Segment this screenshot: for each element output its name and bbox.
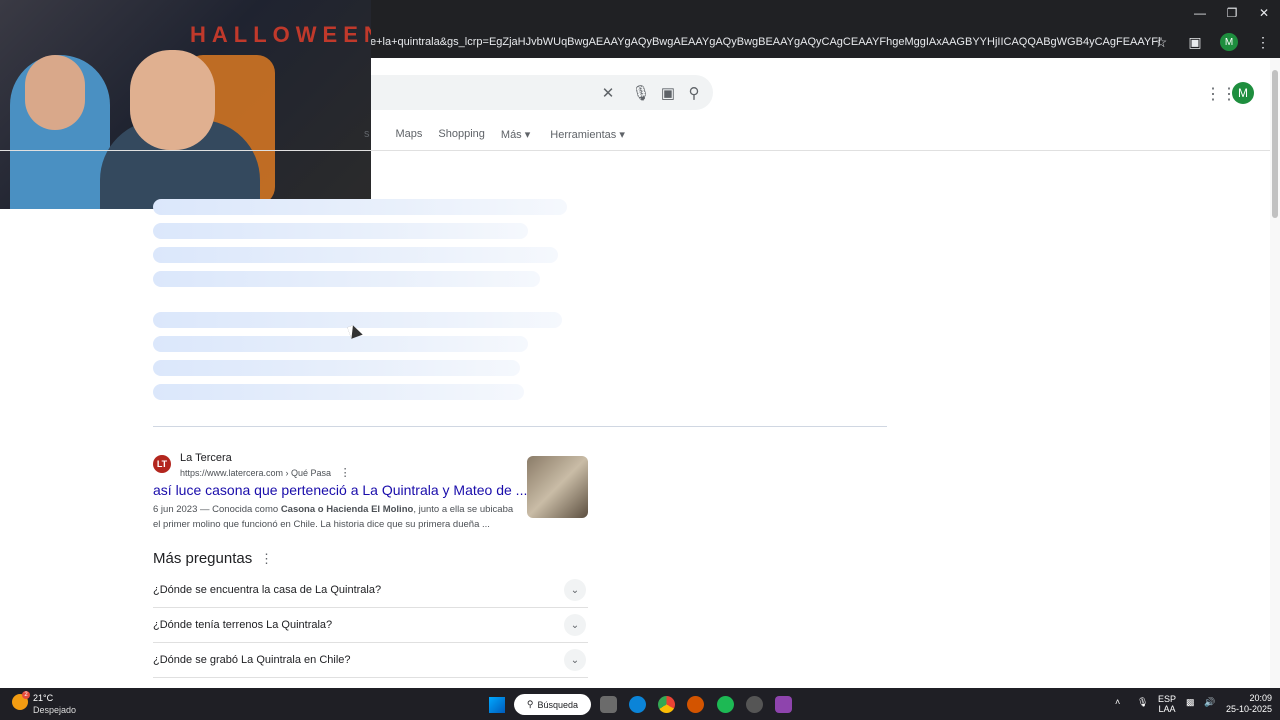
league-icon[interactable] [775,696,792,713]
clock-time: 20:09 [1249,693,1272,703]
tab-shopping[interactable]: Shopping [438,128,485,141]
browser-menu-icon[interactable]: ⋮ [1246,34,1280,51]
lang-top: ESP [1158,694,1177,704]
close-window-icon[interactable]: ✕ [1248,0,1280,26]
paa-question-text: ¿Dónde se encuentra la casa de La Quintr… [153,584,382,596]
clear-search-icon[interactable]: ✕ [598,83,618,103]
loading-skeleton-line [153,271,540,287]
result-site-name[interactable]: La Tercera [180,452,232,464]
tab-tools-label: Herramientas [550,129,617,141]
chevron-down-icon[interactable]: ⌄ [564,579,586,601]
account-avatar[interactable]: M [1232,82,1254,104]
result-title-link[interactable]: así luce casona que perteneció a La Quin… [153,482,527,498]
weather-badge: 2 [22,691,30,699]
header-divider [0,150,1270,151]
extensions-icon[interactable]: ▣ [1178,34,1212,51]
webcam-overlay: HALLOWEEN [0,0,371,209]
paa-question[interactable]: ¿Dónde se encuentra la casa de La Quintr… [153,573,588,608]
paa-question-text: ¿Dónde tenía terrenos La Quintrala? [153,619,333,631]
minimize-icon[interactable]: — [1184,0,1216,26]
weather-condition[interactable]: Despejado [33,705,76,715]
site-favicon: LT [153,455,171,473]
lang-bottom: LAA [1158,704,1176,714]
search-tabs: s Maps Shopping Más ▾ Herramientas ▾ [364,128,625,141]
show-hidden-icons[interactable]: ˄ [1115,697,1120,707]
result-options-icon[interactable]: ⋮ [340,467,351,479]
app-icon[interactable] [687,696,704,713]
tab-more[interactable]: Más ▾ [501,128,530,141]
chrome-icon[interactable] [658,696,675,713]
scrollbar-thumb[interactable] [1272,70,1278,218]
obs-icon[interactable] [746,696,763,713]
loading-skeleton-line [153,247,558,263]
section-divider [153,426,887,427]
loading-skeleton-line [153,223,528,239]
task-view-icon[interactable] [600,696,617,713]
chevron-down-icon[interactable]: ⌄ [564,649,586,671]
bookmark-star-icon[interactable]: ☆ [1144,34,1178,51]
taskbar-search-label: Búsqueda [537,699,579,710]
network-icon[interactable]: ▩ [1186,697,1195,707]
spotify-icon[interactable] [717,696,734,713]
address-bar[interactable]: e+la+quintrala&gs_lcrp=EgZjaHJvbWUqBwgAE… [370,30,1160,54]
profile-wrapper: M [1212,33,1246,51]
result-snippet: 6 jun 2023 — Conocida como Casona o Haci… [153,502,523,532]
taskbar-clock[interactable]: 20:09 25-10-2025 [1222,693,1272,715]
windows-start-icon[interactable] [489,697,505,713]
window-controls: — ❐ ✕ [1184,0,1280,26]
browser-actions: ☆ ▣ M ⋮ [1144,30,1280,54]
microphone-icon[interactable]: 🎙 [631,83,651,103]
chevron-down-icon[interactable]: ⌄ [564,614,586,636]
clock-date: 25-10-2025 [1225,704,1272,714]
search-icon: ⚲ [526,699,534,709]
weather-temperature[interactable]: 21°C [33,693,53,703]
paa-question[interactable]: ¿Dónde tenía terrenos La Quintrala? ⌄ [153,608,588,643]
result-url-text: https://www.latercera.com › Qué Pasa [180,468,332,478]
restore-icon[interactable]: ❐ [1216,0,1248,26]
tab-tools[interactable]: Herramientas ▾ [550,128,625,141]
lens-icon[interactable]: ▣ [658,83,678,103]
snippet-bold: Casona o Hacienda El Molino [280,504,414,515]
loading-skeleton-line [153,336,528,352]
person-right-head [130,50,215,150]
profile-avatar[interactable]: M [1220,33,1238,51]
volume-icon[interactable]: 🔊 [1204,697,1215,707]
tab-truncated[interactable]: s [364,128,370,141]
paa-heading: Más preguntas [153,550,253,567]
paa-question-text: ¿Dónde se grabó La Quintrala en Chile? [153,654,351,666]
language-indicator[interactable]: ESP LAA [1158,694,1176,714]
paa-question[interactable]: ¿Dónde se grabó La Quintrala en Chile? ⌄ [153,643,588,678]
snippet-date: 6 jun 2023 — [153,504,210,515]
tab-maps[interactable]: Maps [396,128,423,141]
taskbar-search[interactable]: ⚲ Búsqueda [514,694,591,715]
tab-more-label: Más [500,129,522,141]
webcam-sign: HALLOWEEN [190,22,371,47]
loading-skeleton-line [153,384,524,400]
loading-skeleton-line [153,199,567,215]
person-left-head [25,55,85,130]
snippet-pre: Conocida como [209,504,281,515]
result-thumbnail[interactable] [527,456,588,518]
edge-icon[interactable] [629,696,646,713]
loading-skeleton-line [153,360,520,376]
microphone-tray-icon[interactable]: 🎙 [1137,697,1148,707]
result-url[interactable]: https://www.latercera.com › Qué Pasa ⋮ [180,466,351,479]
search-icon[interactable]: ⚲ [684,83,704,103]
paa-options-icon[interactable]: ⋮ [260,551,273,567]
